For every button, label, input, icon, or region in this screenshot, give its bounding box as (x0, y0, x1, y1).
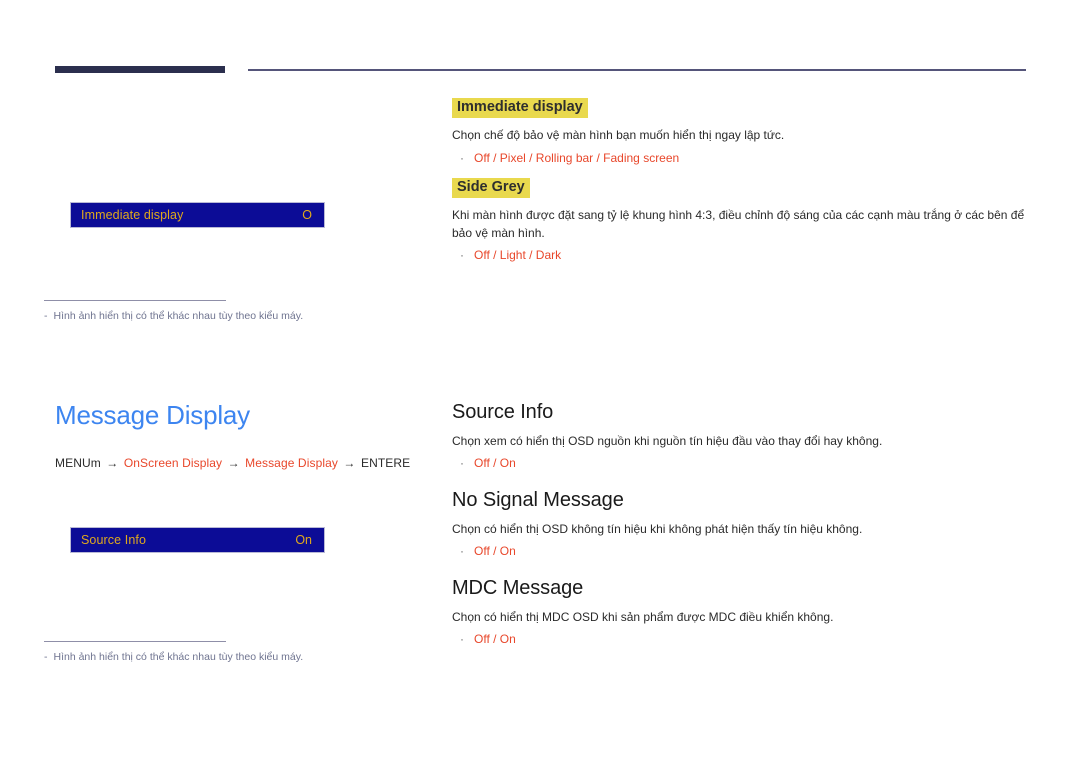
option-row: · Off / Pixel / Rolling bar / Fading scr… (452, 151, 1052, 165)
breadcrumb-arrow-icon: → (106, 456, 119, 470)
osd-preview-source-info: Source Info On (70, 527, 325, 553)
footnote-dash: - (44, 651, 48, 663)
section-immediate-display: Immediate display Chọn chế độ bảo vệ màn… (452, 98, 1052, 165)
bullet-icon: · (460, 150, 464, 165)
footnote-block-1: - Hình ảnh hiển thị có thể khác nhau tùy… (44, 300, 374, 324)
option-list: Off / On (474, 632, 516, 647)
bullet-icon: · (460, 248, 464, 262)
section-heading: No Signal Message (452, 489, 624, 511)
footnote-line: - Hình ảnh hiển thị có thể khác nhau tùy… (44, 651, 374, 665)
bullet-icon: · (460, 544, 464, 559)
osd-value: O (302, 208, 312, 222)
breadcrumb-arrow-icon: → (343, 456, 356, 470)
option-row: · Off / On (452, 632, 1052, 646)
breadcrumb-item-onscreen-display[interactable]: OnScreen Display (124, 456, 222, 470)
left-column: Immediate display O - Hình ảnh hiển thị … (0, 0, 440, 763)
footnote-text: Hình ảnh hiển thị có thể khác nhau tùy t… (53, 651, 304, 663)
section-body: Chọn xem có hiển thị OSD nguồn khi nguồn… (452, 434, 883, 448)
section-heading: Source Info (452, 401, 554, 423)
option-row: · Off / On (452, 456, 1052, 470)
footnote-dash: - (44, 310, 48, 322)
footnote-line: - Hình ảnh hiển thị có thể khác nhau tùy… (44, 310, 374, 324)
section-heading: Immediate display (452, 98, 588, 119)
section-heading: MDC Message (452, 577, 584, 599)
right-column: Immediate display Chọn chế độ bảo vệ màn… (440, 0, 1080, 763)
footnote-text: Hình ảnh hiển thị có thể khác nhau tùy t… (53, 310, 304, 322)
section-body: Chọn có hiển thị OSD không tín hiệu khi … (452, 522, 863, 536)
option-row: · Off / On (452, 544, 1052, 558)
section-body: Khi màn hình được đặt sang tỷ lệ khung h… (452, 208, 1025, 240)
option-row: · Off / Light / Dark (452, 248, 1052, 262)
osd-label: Immediate display (81, 208, 184, 222)
section-source-info: Source Info Chọn xem có hiển thị OSD ngu… (452, 401, 1052, 470)
breadcrumb-start: MENUm (55, 456, 101, 470)
option-list: Off / On (474, 544, 516, 559)
option-list: Off / Light / Dark (474, 248, 562, 262)
page-title: Message Display (55, 400, 250, 430)
section-body: Chọn có hiển thị MDC OSD khi sản phẩm đư… (452, 610, 834, 624)
bullet-icon: · (460, 456, 464, 471)
footnote-rule (44, 641, 226, 642)
breadcrumb-end: ENTERE (360, 456, 411, 470)
osd-value: On (295, 533, 312, 547)
section-heading: Side Grey (452, 178, 530, 199)
osd-preview-immediate-display: Immediate display O (70, 202, 325, 228)
option-list: Off / On (474, 456, 516, 471)
breadcrumb: MENUm → OnScreen Display → Message Displ… (55, 456, 410, 470)
osd-label: Source Info (81, 533, 147, 547)
bullet-icon: · (460, 632, 464, 647)
section-body: Chọn chế độ bảo vệ màn hình bạn muốn hiể… (452, 128, 785, 143)
section-side-grey: Side Grey Khi màn hình được đặt sang tỷ … (452, 178, 1052, 262)
section-no-signal-message: No Signal Message Chọn có hiển thị OSD k… (452, 489, 1052, 558)
breadcrumb-arrow-icon: → (227, 456, 240, 470)
section-mdc-message: MDC Message Chọn có hiển thị MDC OSD khi… (452, 577, 1052, 646)
footnote-rule (44, 300, 226, 301)
option-list: Off / Pixel / Rolling bar / Fading scree… (474, 150, 680, 165)
footnote-block-2: - Hình ảnh hiển thị có thể khác nhau tùy… (44, 641, 374, 665)
breadcrumb-item-message-display[interactable]: Message Display (245, 456, 338, 470)
